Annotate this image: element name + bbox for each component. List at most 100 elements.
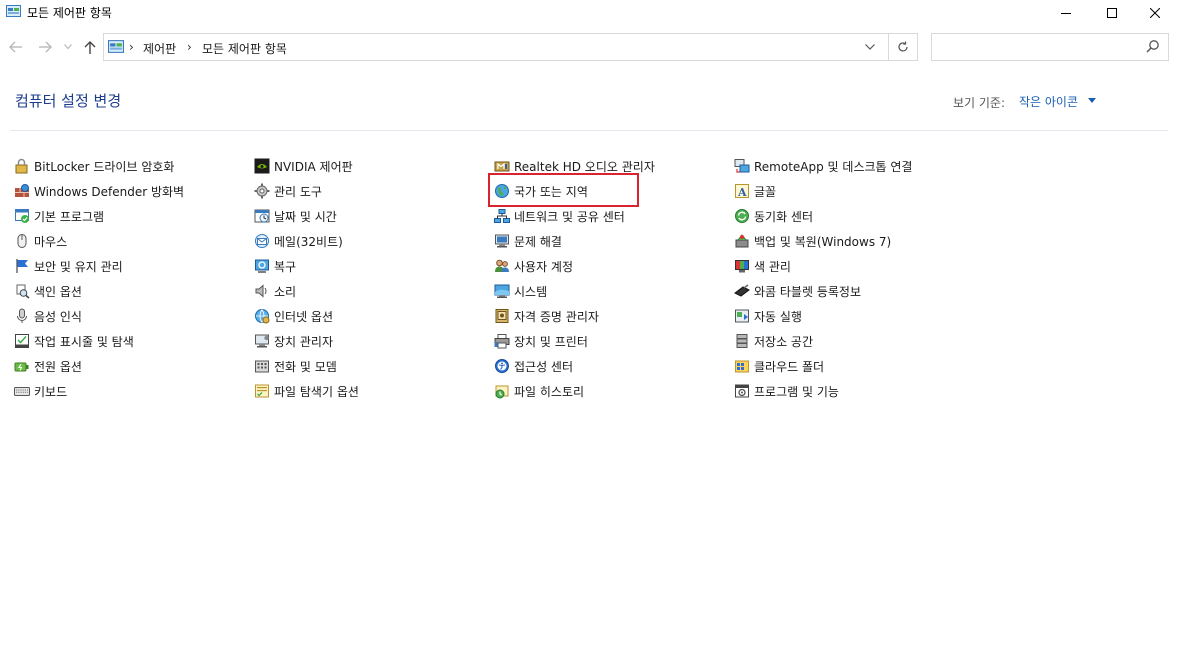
remoteapp-icon xyxy=(734,158,750,174)
control-panel-item[interactable]: 인터넷 옵션 xyxy=(254,305,333,327)
control-panel-item-label: 메일(32비트) xyxy=(274,234,343,249)
color-management-icon xyxy=(734,258,750,274)
default-programs-icon xyxy=(14,208,30,224)
bitlocker-icon xyxy=(14,158,30,174)
control-panel-item[interactable]: 자격 증명 관리자 xyxy=(494,305,599,327)
backup-icon xyxy=(734,233,750,249)
control-panel-item-label: 전화 및 모뎀 xyxy=(274,359,337,374)
back-arrow-icon xyxy=(9,41,22,53)
control-panel-item[interactable]: Windows Defender 방화벽 xyxy=(14,180,184,202)
control-panel-item[interactable]: 접근성 센터 xyxy=(494,355,573,377)
recovery-icon xyxy=(254,258,270,274)
admin-tools-icon xyxy=(254,183,270,199)
control-panel-item[interactable]: 사용자 계정 xyxy=(494,255,573,277)
control-panel-item[interactable]: 날짜 및 시간 xyxy=(254,205,337,227)
control-panel-item-label: 클라우드 폴더 xyxy=(754,359,825,374)
firewall-icon xyxy=(14,183,30,199)
control-panel-item[interactable]: 와콤 타블렛 등록정보 xyxy=(734,280,861,302)
control-panel-item[interactable]: 메일(32비트) xyxy=(254,230,343,252)
breadcrumb-all-items[interactable]: 모든 제어판 항목 xyxy=(202,40,287,57)
control-panel-item-label: 프로그램 및 기능 xyxy=(754,384,839,399)
control-panel-item[interactable]: BitLocker 드라이브 암호화 xyxy=(14,155,174,177)
address-bar[interactable]: › 제어판 › 모든 제어판 항목 xyxy=(103,33,918,61)
control-panel-item[interactable]: 색인 옵션 xyxy=(14,280,82,302)
control-panel-item[interactable]: 관리 도구 xyxy=(254,180,322,202)
forward-button[interactable] xyxy=(37,39,53,55)
control-panel-item[interactable]: 키보드 xyxy=(14,380,67,402)
control-panel-item[interactable]: 색 관리 xyxy=(734,255,791,277)
fonts-icon: A xyxy=(734,183,750,199)
control-panel-item-label: 저장소 공간 xyxy=(754,334,814,349)
address-dropdown-button[interactable] xyxy=(862,39,878,55)
forward-arrow-icon xyxy=(39,41,52,53)
control-panel-item[interactable]: 파일 탐색기 옵션 xyxy=(254,380,359,402)
control-panel-item-label: 장치 및 프린터 xyxy=(514,334,588,349)
control-panel-item-label: Windows Defender 방화벽 xyxy=(34,184,185,199)
title-bar: 모든 제어판 항목 xyxy=(0,0,1178,26)
highlight-box xyxy=(488,173,639,207)
control-panel-item[interactable]: 네트워크 및 공유 센터 xyxy=(494,205,625,227)
maximize-button[interactable] xyxy=(1089,0,1135,26)
search-icon xyxy=(1146,39,1162,55)
back-button[interactable] xyxy=(8,39,24,55)
control-panel-item[interactable]: 클라우드 폴더 xyxy=(734,355,824,377)
nvidia-icon xyxy=(254,158,270,174)
control-panel-item[interactable]: 자동 실행 xyxy=(734,305,802,327)
control-panel-item-label: 접근성 센터 xyxy=(514,359,574,374)
control-panel-item-label: 글꼴 xyxy=(754,184,777,199)
up-button[interactable] xyxy=(82,39,98,55)
speaker-icon xyxy=(254,283,270,299)
control-panel-item[interactable]: 파일 히스토리 xyxy=(494,380,584,402)
view-by-caret-icon[interactable] xyxy=(1088,98,1096,103)
control-panel-item[interactable]: 마우스 xyxy=(14,230,67,252)
control-panel-item[interactable]: 백업 및 복원(Windows 7) xyxy=(734,230,891,252)
page-title: 컴퓨터 설정 변경 xyxy=(15,92,122,110)
system-icon xyxy=(494,283,510,299)
control-panel-item[interactable]: 저장소 공간 xyxy=(734,330,813,352)
refresh-button[interactable] xyxy=(893,38,913,56)
chevron-down-icon xyxy=(865,44,875,50)
refresh-icon xyxy=(898,41,908,52)
control-panel-item[interactable]: 문제 해결 xyxy=(494,230,562,252)
breadcrumb-separator[interactable]: › xyxy=(129,40,134,54)
control-panel-item[interactable]: RemoteApp 및 데스크톱 연결 xyxy=(734,155,912,177)
control-panel-item[interactable]: 전원 옵션 xyxy=(14,355,82,377)
control-panel-item[interactable]: 장치 및 프린터 xyxy=(494,330,588,352)
control-panel-item[interactable]: 시스템 xyxy=(494,280,547,302)
view-by-dropdown[interactable]: 작은 아이콘 xyxy=(1019,93,1078,110)
control-panel-item[interactable]: 동기화 센터 xyxy=(734,205,813,227)
control-panel-item-label: 색 관리 xyxy=(754,259,791,274)
window-title: 모든 제어판 항목 xyxy=(27,6,112,20)
control-panel-item-label: 장치 관리자 xyxy=(274,334,334,349)
control-panel-item[interactable]: 음성 인식 xyxy=(14,305,82,327)
control-panel-item[interactable]: 소리 xyxy=(254,280,296,302)
microphone-icon xyxy=(14,308,30,324)
control-panel-item-label: 소리 xyxy=(274,284,297,299)
control-panel-item[interactable]: 복구 xyxy=(254,255,296,277)
device-manager-icon xyxy=(254,333,270,349)
control-panel-item[interactable]: A 글꼴 xyxy=(734,180,776,202)
control-panel-item[interactable]: 장치 관리자 xyxy=(254,330,333,352)
recent-locations-button[interactable] xyxy=(62,39,74,55)
control-panel-item-label: 인터넷 옵션 xyxy=(274,309,334,324)
control-panel-item[interactable]: 전화 및 모뎀 xyxy=(254,355,337,377)
control-panel-item-label: BitLocker 드라이브 암호화 xyxy=(34,159,175,174)
phone-modem-icon xyxy=(254,358,270,374)
control-panel-item-label: 색인 옵션 xyxy=(34,284,82,299)
search-input[interactable] xyxy=(931,33,1169,61)
control-panel-item[interactable]: 작업 표시줄 및 탐색 xyxy=(14,330,134,352)
control-panel-item[interactable]: 보안 및 유지 관리 xyxy=(14,255,123,277)
close-button[interactable] xyxy=(1132,0,1178,26)
control-panel-item-label: 음성 인식 xyxy=(34,309,82,324)
close-icon xyxy=(1150,8,1160,18)
control-panel-item[interactable]: 기본 프로그램 xyxy=(14,205,104,227)
minimize-button[interactable] xyxy=(1043,0,1089,26)
control-panel-item[interactable]: 프로그램 및 기능 xyxy=(734,380,839,402)
control-panel-item-label: 날짜 및 시간 xyxy=(274,209,337,224)
keyboard-icon xyxy=(14,383,30,399)
control-panel-item[interactable]: NVIDIA 제어판 xyxy=(254,155,353,177)
breadcrumb-separator[interactable]: › xyxy=(187,40,192,54)
storage-icon xyxy=(734,333,750,349)
breadcrumb-control-panel[interactable]: 제어판 xyxy=(143,40,176,57)
control-panel-item-label: 보안 및 유지 관리 xyxy=(34,259,123,274)
